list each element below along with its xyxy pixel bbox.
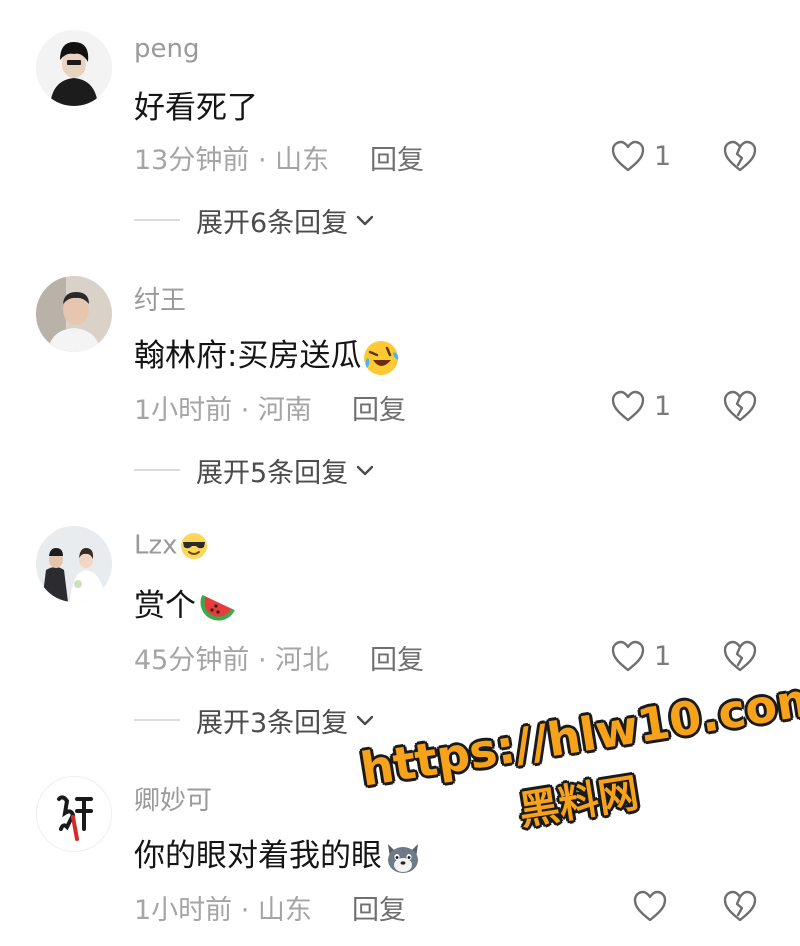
username[interactable]: Lzx <box>134 530 210 562</box>
comment-meta: 13分钟前 · 山东 <box>134 145 330 176</box>
avatar[interactable] <box>36 276 112 352</box>
reply-button[interactable]: 回复 <box>370 638 424 677</box>
comment-meta: 1小时前 · 山东 <box>134 895 312 926</box>
comment-text: 好看死了 <box>134 90 258 126</box>
username-text: Lzx <box>134 530 178 561</box>
chevron-down-icon <box>356 465 374 476</box>
like-button[interactable] <box>632 886 676 926</box>
sunglasses-emoji <box>180 533 207 559</box>
comment-text-body: 你的眼对着我的眼 <box>134 838 382 874</box>
dislike-button[interactable] <box>720 886 760 926</box>
broken-heart-icon <box>723 140 757 172</box>
reply-button[interactable]: 回复 <box>352 388 406 427</box>
like-button[interactable]: 1 <box>610 136 671 176</box>
avatar[interactable] <box>36 776 112 852</box>
broken-heart-icon <box>723 390 757 422</box>
dislike-button[interactable] <box>720 386 760 426</box>
watermelon-emoji <box>200 594 235 621</box>
avatar[interactable] <box>36 30 112 106</box>
comment-text: 赏个 <box>134 580 236 628</box>
dislike-button[interactable] <box>720 136 760 176</box>
watermark-subtitle: 黑料网 <box>515 770 642 835</box>
rolling-laughing-emoji <box>364 340 399 375</box>
broken-heart-icon <box>723 890 757 922</box>
expand-replies-label: 展开5条回复 <box>196 457 349 489</box>
username[interactable]: 卿妙可 <box>134 780 212 817</box>
like-count: 1 <box>654 390 672 422</box>
reply-button[interactable]: 回复 <box>370 138 424 177</box>
comment-text-body: 翰林府:买房送瓜 <box>134 338 362 374</box>
expand-replies-label: 展开3条回复 <box>196 707 349 739</box>
heart-outline-icon <box>633 890 667 922</box>
comment-text-body: 赏个 <box>134 588 196 624</box>
chevron-down-icon <box>356 215 374 226</box>
comment-meta: 1小时前 · 河南 <box>134 395 312 426</box>
comment-text: 翰林府:买房送瓜 <box>134 330 401 378</box>
expand-replies[interactable]: 展开5条回复 <box>134 450 376 490</box>
expand-replies[interactable]: 展开6条回复 <box>134 200 376 240</box>
username[interactable]: 纣王 <box>134 280 186 317</box>
like-count: 1 <box>654 140 672 172</box>
like-button[interactable]: 1 <box>610 386 671 426</box>
heart-outline-icon <box>611 390 645 422</box>
expand-replies[interactable]: 展开3条回复 <box>134 700 376 740</box>
expand-replies-label: 展开6条回复 <box>196 207 349 239</box>
heart-outline-icon <box>611 140 645 172</box>
comment-meta: 45分钟前 · 河北 <box>134 645 330 676</box>
avatar[interactable] <box>36 526 112 602</box>
divider <box>134 219 180 221</box>
divider <box>134 719 180 721</box>
username[interactable]: peng <box>134 34 199 64</box>
divider <box>134 469 180 471</box>
